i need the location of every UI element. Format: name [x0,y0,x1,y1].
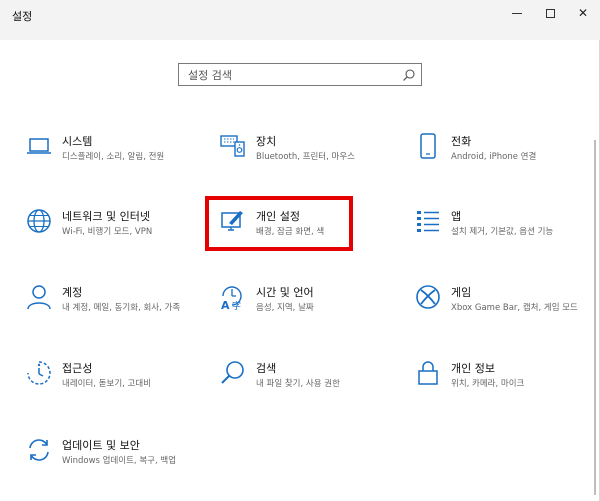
tile-phone[interactable]: 전화 Android, iPhone 연결 [415,133,585,191]
tile-accessibility[interactable]: 접근성 내레이터, 돋보기, 고대비 [26,360,196,418]
tile-title: 업데이트 및 보안 [62,439,140,452]
keyboard-icon [220,133,246,159]
tile-desc: 설치 제거, 기본값, 옵션 기능 [451,227,554,237]
tile-title: 시스템 [62,135,93,148]
xbox-icon [415,284,441,310]
tile-gaming[interactable]: 게임 Xbox Game Bar, 캡처, 게임 모드 [415,284,585,342]
tile-desc: 내레이터, 돋보기, 고대비 [62,379,152,389]
close-icon: ✕ [577,6,589,20]
svg-text:A: A [221,299,230,310]
tile-desc: Xbox Game Bar, 캡처, 게임 모드 [451,303,578,313]
tile-title: 장치 [256,135,277,148]
tile-privacy[interactable]: 개인 정보 위치, 카메라, 마이크 [415,360,585,418]
tile-network[interactable]: 네트워크 및 인터넷 Wi-Fi, 비행기 모드, VPN [26,208,196,266]
minimize-icon [512,12,522,14]
globe-icon [26,208,52,234]
search-magnifier-icon [220,360,246,386]
tile-desc: Android, iPhone 연결 [451,152,537,162]
tile-desc: Bluetooth, 프린터, 마우스 [256,152,355,162]
laptop-icon [26,133,52,159]
tile-title: 전화 [451,135,472,148]
tile-desc: 음성, 지역, 날짜 [256,303,314,313]
search-icon[interactable] [402,68,416,82]
maximize-button[interactable] [533,0,567,26]
tile-title: 개인 정보 [451,362,495,375]
maximize-icon [545,8,555,18]
tile-devices[interactable]: 장치 Bluetooth, 프린터, 마우스 [220,133,390,191]
search-input[interactable]: 설정 검색 [188,67,232,83]
tile-apps[interactable]: 앱 설치 제거, 기본값, 옵션 기능 [415,208,585,266]
tile-system[interactable]: 시스템 디스플레이, 소리, 알림, 전원 [26,133,196,191]
tile-desc: Windows 업데이트, 복구, 백업 [62,456,177,466]
settings-window: 설정 ✕ 설정 검색 시스템 디스플레이, 소리, 알림, 전원 장치 Blue… [0,0,600,501]
minimize-button[interactable] [500,0,534,26]
tile-title: 게임 [451,286,472,299]
svg-text:字: 字 [232,300,241,310]
search-box[interactable]: 설정 검색 [178,63,422,86]
person-icon [26,284,52,310]
tile-desc: 디스플레이, 소리, 알림, 전원 [62,152,165,162]
tile-title: 네트워크 및 인터넷 [62,210,150,223]
tile-title: 검색 [256,362,277,375]
lock-icon [415,360,441,386]
window-title: 설정 [12,10,33,23]
tile-time-language[interactable]: A字 시간 및 언어 음성, 지역, 날짜 [220,284,390,342]
tile-accounts[interactable]: 계정 내 계정, 메일, 동기화, 회사, 가족 [26,284,196,342]
accessibility-icon [26,360,52,386]
tile-desc: 위치, 카메라, 마이크 [451,379,525,389]
tile-search[interactable]: 검색 내 파일 찾기, 사용 권한 [220,360,390,418]
tile-title: 앱 [451,210,462,223]
apps-list-icon [415,208,441,234]
tile-desc: Wi-Fi, 비행기 모드, VPN [62,227,153,237]
tile-title: 시간 및 언어 [256,286,314,299]
tile-update-security[interactable]: 업데이트 및 보안 Windows 업데이트, 복구, 백업 [26,437,196,495]
time-language-icon: A字 [220,284,246,312]
update-icon [26,437,52,463]
tile-desc: 내 파일 찾기, 사용 권한 [256,379,340,389]
close-button[interactable]: ✕ [566,0,600,26]
tile-desc: 내 계정, 메일, 동기화, 회사, 가족 [62,303,181,313]
tile-title: 접근성 [62,362,93,375]
scrollbar[interactable] [594,140,596,495]
phone-icon [415,133,441,159]
tile-title: 계정 [62,286,83,299]
title-bar: 설정 ✕ [0,0,600,40]
highlight-box [205,196,353,251]
